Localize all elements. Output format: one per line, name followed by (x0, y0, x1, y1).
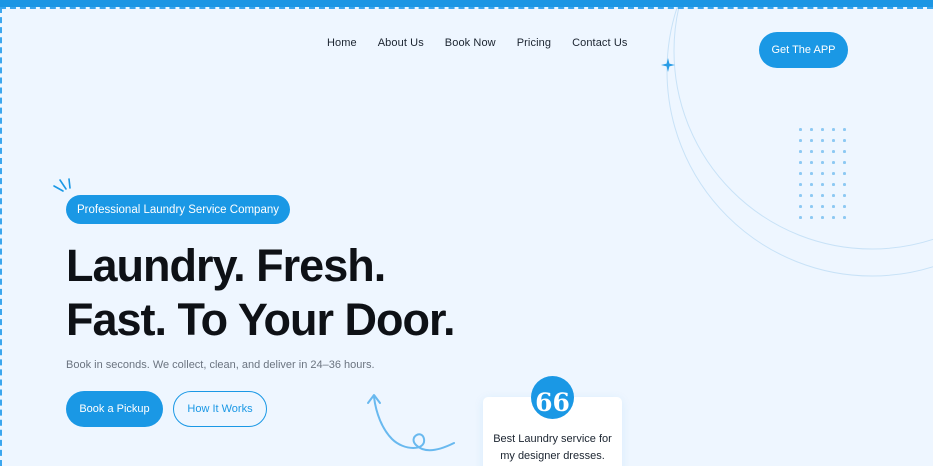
testimonial-line-2: my designer dresses. (500, 450, 605, 462)
sparkle-icon (661, 58, 675, 72)
how-it-works-button[interactable]: How It Works (173, 391, 267, 427)
nav-item-pricing[interactable]: Pricing (517, 37, 551, 49)
landing-page: Home About Us Book Now Pricing Contact U… (0, 0, 933, 466)
squiggle-arrow-icon (367, 394, 455, 451)
book-pickup-button[interactable]: Book a Pickup (66, 391, 163, 427)
nav-item-book-now[interactable]: Book Now (445, 37, 496, 49)
hero-headline: Laundry. Fresh. Fast. To Your Door. (66, 239, 486, 347)
nav-item-home[interactable]: Home (327, 37, 357, 49)
headline-line-2: Fast. To Your Door. (66, 294, 456, 345)
headline-line-1: Laundry. Fresh. (66, 240, 386, 291)
testimonial-line-1: Best Laundry service for (493, 433, 612, 445)
burst-lines-icon (53, 178, 71, 192)
hero-subtext: Book in seconds. We collect, clean, and … (66, 359, 375, 371)
company-badge: Professional Laundry Service Company (66, 195, 290, 224)
dot-grid (799, 128, 854, 227)
get-the-app-button[interactable]: Get The APP (759, 32, 848, 68)
main-nav: Home About Us Book Now Pricing Contact U… (327, 37, 648, 49)
nav-item-about-us[interactable]: About Us (378, 37, 424, 49)
quote-icon: 66 (531, 376, 574, 419)
nav-item-contact-us[interactable]: Contact Us (572, 37, 627, 49)
